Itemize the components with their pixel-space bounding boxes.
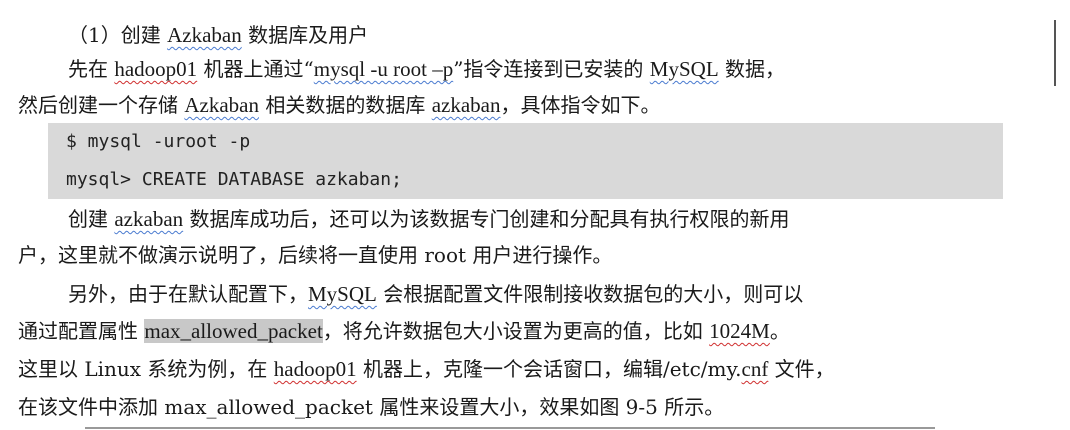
- text: 数据库成功后，还可以为该数据专门创建和分配具有执行权限的新用: [183, 207, 790, 231]
- text: 创建: [68, 207, 115, 231]
- text: mysql -u root –p: [313, 57, 454, 81]
- text: hadoop01: [273, 357, 357, 381]
- text: 先在: [68, 57, 115, 81]
- para3-line2: 通过配置属性 max_allowed_packet，将允许数据包大小设置为更高的…: [18, 318, 790, 344]
- para2-line2: 户，这里就不做演示说明了，后续将一直使用 root 用户进行操作。: [18, 242, 612, 268]
- page-edge-marker: [1054, 20, 1056, 86]
- text: 然后创建一个存储: [18, 93, 185, 117]
- text: cnf: [741, 357, 769, 381]
- text: 。: [769, 319, 790, 343]
- figure-border-line: [85, 427, 935, 429]
- text: 机器上，克隆一个会话窗口，编辑/etc/my.: [356, 357, 742, 381]
- text: Azkaban: [184, 93, 259, 117]
- code-line: mysql> CREATE DATABASE azkaban;: [66, 169, 402, 190]
- section-heading: （1）创建 Azkaban 数据库及用户: [68, 22, 368, 48]
- text: 1024M: [709, 319, 770, 343]
- para3-line4: 在该文件中添加 max_allowed_packet 属性来设置大小，效果如图 …: [18, 394, 724, 420]
- text: MySQL: [649, 57, 719, 81]
- heading-suffix: 数据库及用户: [241, 23, 369, 47]
- code-line: $ mysql -uroot -p: [66, 131, 251, 152]
- text: azkaban: [114, 207, 184, 231]
- code-block: $ mysql -uroot -p mysql> CREATE DATABASE…: [48, 123, 1003, 199]
- text: 通过配置属性: [18, 319, 145, 343]
- para1-line2: 然后创建一个存储 Azkaban 相关数据的数据库 azkaban，具体指令如下…: [18, 92, 661, 118]
- text: 相关数据的数据库: [259, 93, 432, 117]
- text: 这里以 Linux 系统为例，在: [18, 357, 274, 381]
- text: 机器上通过“: [197, 57, 314, 81]
- text: 另外，由于在默认配置下，: [68, 282, 308, 306]
- para3-line3: 这里以 Linux 系统为例，在 hadoop01 机器上，克隆一个会话窗口，编…: [18, 356, 835, 382]
- text: 文件，: [768, 357, 835, 381]
- heading-prefix: （1）创建: [68, 23, 168, 47]
- para1-line1: 先在 hadoop01 机器上通过“mysql -u root –p”指令连接到…: [68, 56, 785, 82]
- para2-line1: 创建 azkaban 数据库成功后，还可以为该数据专门创建和分配具有执行权限的新…: [68, 206, 790, 232]
- text: 户，这里就不做演示说明了，后续将一直使用 root 用户进行操作。: [18, 243, 613, 267]
- text: ”指令连接到已安装的: [453, 57, 650, 81]
- para3-line1: 另外，由于在默认配置下，MySQL 会根据配置文件限制接收数据包的大小，则可以: [68, 281, 803, 307]
- highlighted-term: max_allowed_packet: [144, 319, 323, 343]
- heading-term: Azkaban: [167, 23, 242, 47]
- text: azkaban: [431, 93, 501, 117]
- text: 在该文件中添加 max_allowed_packet 属性来设置大小，效果如图 …: [18, 395, 725, 419]
- text: ，具体指令如下。: [500, 93, 661, 117]
- text: 数据，: [718, 57, 786, 81]
- text: hadoop01: [114, 57, 198, 81]
- text: MySQL: [308, 282, 377, 306]
- text: 会根据配置文件限制接收数据包的大小，则可以: [376, 282, 804, 306]
- text: ，将允许数据包大小设置为更高的值，比如: [322, 319, 710, 343]
